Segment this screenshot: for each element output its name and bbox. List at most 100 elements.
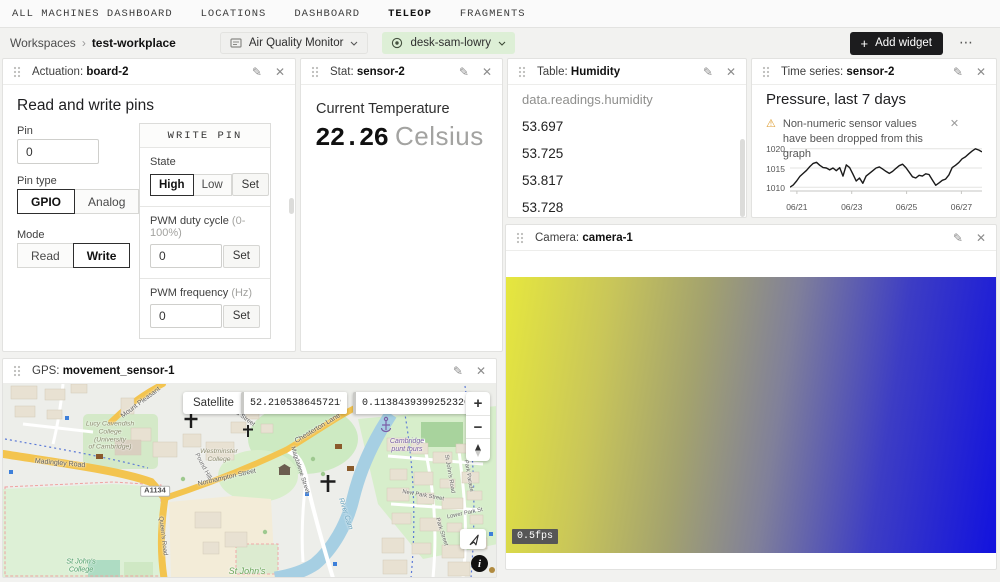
gps-map[interactable]: Lucy Cavendish College (University of Ca… xyxy=(3,384,496,577)
drag-handle-icon[interactable] xyxy=(516,232,524,244)
stat-value: 22.26 xyxy=(315,123,388,153)
chart-title: Pressure, last 7 days xyxy=(766,91,906,108)
pressure-chart-xlabels: 06/2106/2306/2506/27 xyxy=(790,200,982,212)
stat-unit: Celsius xyxy=(395,121,484,152)
map-label: St John's xyxy=(229,566,266,576)
table-row: 53.725 xyxy=(522,146,563,173)
breadcrumb-workspaces[interactable]: Workspaces xyxy=(10,36,76,50)
drag-handle-icon[interactable] xyxy=(13,365,21,377)
overflow-menu-icon[interactable]: ⋯ xyxy=(959,35,974,51)
breadcrumb-current: test-workplace xyxy=(92,36,176,50)
nav-fragments[interactable]: FRAGMENTS xyxy=(460,8,526,20)
drag-handle-icon[interactable] xyxy=(762,66,770,78)
breadcrumb: Workspaces › test-workplace xyxy=(10,36,176,50)
edit-icon[interactable]: ✎ xyxy=(459,66,469,78)
map-road-badge: A1134 xyxy=(140,486,170,497)
locate-button[interactable] xyxy=(460,529,486,549)
mode-read-button[interactable]: Read xyxy=(17,243,74,268)
map-label: St John's College xyxy=(66,558,95,575)
state-high-button[interactable]: High xyxy=(150,174,194,196)
state-section: State High Low Set xyxy=(140,148,270,206)
close-icon[interactable]: ✕ xyxy=(476,365,486,377)
edit-icon[interactable]: ✎ xyxy=(953,66,963,78)
actuation-heading: Read and write pins xyxy=(17,97,154,115)
part-selector-label: Air Quality Monitor xyxy=(249,37,344,49)
widget-title: Actuation: board-2 xyxy=(32,66,129,78)
pwm-freq-label: PWM frequency xyxy=(150,287,228,299)
map-label: Chesterton Lane xyxy=(294,412,343,446)
widget-header: Camera: camera-1 ✎ ✕ xyxy=(506,225,996,251)
pin-type-label: Pin type xyxy=(17,175,57,187)
state-low-button[interactable]: Low xyxy=(193,174,232,196)
plus-icon: + xyxy=(861,37,869,50)
widget-title: Camera: camera-1 xyxy=(535,232,633,244)
actuation-scrollbar[interactable] xyxy=(289,198,294,214)
drag-handle-icon[interactable] xyxy=(13,66,21,78)
x-tick-label: 06/25 xyxy=(896,202,917,212)
widget-title: Table: Humidity xyxy=(537,66,620,78)
map-label: Queen's Road xyxy=(157,516,169,556)
compass-icon[interactable] xyxy=(466,438,490,461)
nav-all-machines-dashboard[interactable]: ALL MACHINES DASHBOARD xyxy=(12,8,173,20)
fps-badge: 0.5fps xyxy=(512,529,558,544)
nav-teleop[interactable]: TELEOP xyxy=(388,8,432,20)
info-icon[interactable]: i xyxy=(471,555,488,572)
widget-title: GPS: movement_sensor-1 xyxy=(32,365,175,377)
table-row: 53.817 xyxy=(522,173,563,200)
pin-type-gpio-button[interactable]: GPIO xyxy=(17,189,75,214)
widget-camera: Camera: camera-1 ✎ ✕ 0.5fps xyxy=(505,224,997,570)
pwm-duty-section: PWM duty cycle (0-100%) Set xyxy=(140,206,270,278)
y-tick-label: 1010 xyxy=(766,183,785,193)
pwm-duty-set-button[interactable]: Set xyxy=(223,245,260,268)
drag-handle-icon[interactable] xyxy=(518,66,526,78)
machine-selector[interactable]: desk-sam-lowry xyxy=(382,32,515,54)
widget-header: Actuation: board-2 ✎ ✕ xyxy=(3,59,295,85)
close-icon[interactable]: ✕ xyxy=(976,232,986,244)
close-icon[interactable]: ✕ xyxy=(976,66,986,78)
map-label: Lower Park St xyxy=(447,507,484,521)
x-tick-label: 06/21 xyxy=(786,202,807,212)
edit-icon[interactable]: ✎ xyxy=(703,66,713,78)
add-widget-button[interactable]: + Add widget xyxy=(850,32,944,55)
widget-gps: GPS: movement_sensor-1 ✎ ✕ xyxy=(2,358,497,578)
latitude-input[interactable] xyxy=(241,392,347,414)
machine-selector-label: desk-sam-lowry xyxy=(410,37,491,49)
widget-table: Table: Humidity ✎ ✕ data.readings.humidi… xyxy=(507,58,747,218)
widget-header: Table: Humidity ✎ ✕ xyxy=(508,59,746,85)
write-pin-header: WRITE PIN xyxy=(140,124,270,148)
close-icon[interactable]: ✕ xyxy=(275,66,285,78)
machine-part-icon xyxy=(230,38,242,49)
map-label: Cambridge punt tours xyxy=(390,438,424,454)
pwm-freq-section: PWM frequency (Hz) Set xyxy=(140,278,270,338)
mode-write-button[interactable]: Write xyxy=(73,243,131,268)
write-pin-panel: WRITE PIN State High Low Set PWM duty cy… xyxy=(139,123,271,339)
nav-locations[interactable]: LOCATIONS xyxy=(201,8,267,20)
map-label: River Cam xyxy=(336,497,354,531)
drag-handle-icon[interactable] xyxy=(311,66,319,78)
map-label: St John's Road xyxy=(442,454,455,494)
widget-stat: Stat: sensor-2 ✎ ✕ Current Temperature 2… xyxy=(300,58,503,352)
nav-dashboard[interactable]: DASHBOARD xyxy=(294,8,360,20)
part-selector[interactable]: Air Quality Monitor xyxy=(220,32,369,54)
edit-icon[interactable]: ✎ xyxy=(953,232,963,244)
state-set-button[interactable]: Set xyxy=(232,173,269,196)
longitude-input[interactable] xyxy=(353,392,471,414)
map-label: Magdalene Street xyxy=(289,446,311,495)
satellite-toggle-button[interactable]: Satellite xyxy=(183,392,244,414)
map-zoom-control: + − xyxy=(466,392,490,461)
edit-icon[interactable]: ✎ xyxy=(453,365,463,377)
table-scrollbar[interactable] xyxy=(740,139,745,217)
close-icon[interactable]: ✕ xyxy=(482,66,492,78)
pwm-duty-label: PWM duty cycle xyxy=(150,215,229,227)
close-icon[interactable]: ✕ xyxy=(726,66,736,78)
edit-icon[interactable]: ✎ xyxy=(252,66,262,78)
pwm-freq-input[interactable] xyxy=(150,304,222,328)
pwm-duty-input[interactable] xyxy=(150,244,222,268)
pwm-freq-set-button[interactable]: Set xyxy=(223,305,260,328)
pin-type-analog-button[interactable]: Analog xyxy=(74,189,139,214)
state-label: State xyxy=(150,156,260,168)
zoom-in-button[interactable]: + xyxy=(466,392,490,415)
zoom-out-button[interactable]: − xyxy=(466,415,490,438)
pin-input[interactable] xyxy=(17,139,99,164)
map-label: Park Parade xyxy=(462,460,474,493)
